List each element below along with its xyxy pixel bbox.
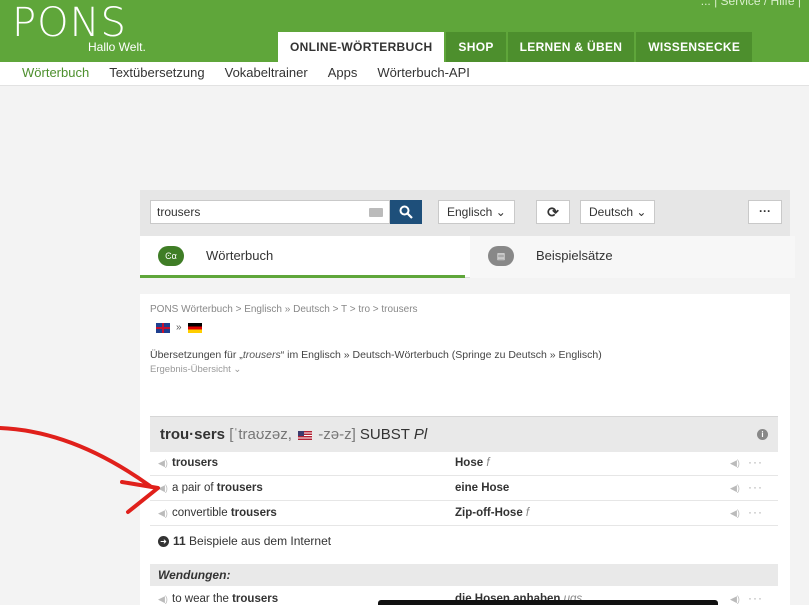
speaker-icon[interactable]: ◀)	[730, 458, 740, 469]
nav-wissensecke[interactable]: WISSENSECKE	[636, 32, 753, 62]
logo-text: PONS	[12, 0, 127, 46]
nav-lernen-ueben[interactable]: LERNEN & ÜBEN	[507, 32, 635, 62]
more-icon[interactable]: ···	[748, 455, 763, 469]
intro-suffix[interactable]: “ im Englisch » Deutsch-Wörterbuch (Spri…	[281, 349, 602, 361]
sub-nav: Wörterbuch Textübersetzung Vokabeltraine…	[0, 62, 809, 86]
arrow-right-icon: ➜	[158, 536, 169, 548]
overlay-bar	[378, 600, 718, 605]
source-phrase: to wear the trousers	[172, 593, 279, 605]
speaker-icon[interactable]: ◀)	[730, 508, 740, 519]
more-icon[interactable]: ···	[748, 591, 763, 605]
speaker-icon[interactable]: ◀)	[730, 483, 740, 494]
target-phrase: Hose f	[455, 457, 490, 469]
nav-online-woerterbuch[interactable]: ONLINE-WÖRTERBUCH	[278, 32, 445, 62]
subnav-woerterbuch-api[interactable]: Wörterbuch-API	[377, 62, 469, 85]
nav-shop[interactable]: SHOP	[446, 32, 506, 62]
source-phrase: convertible trousers	[172, 507, 277, 519]
source-phrase: a pair of trousers	[172, 482, 263, 494]
translation-row: ◀) trousers Hose f ◀) ···	[150, 452, 778, 476]
search-input[interactable]: trousers	[150, 200, 390, 224]
search-button[interactable]	[390, 200, 422, 224]
breadcrumb[interactable]: PONS Wörterbuch > Englisch » Deutsch > T…	[150, 304, 418, 315]
header: PONS Hallo Welt. ... | Service / Hilfe |…	[0, 0, 809, 62]
keyboard-icon[interactable]	[369, 208, 383, 217]
annotation-arrow-icon	[0, 426, 160, 514]
top-links[interactable]: ... | Service / Hilfe |	[701, 0, 801, 8]
us-flag-icon	[298, 430, 313, 440]
logo-tagline: Hallo Welt.	[88, 40, 146, 54]
translation-intro: Übersetzungen für „trousers“ im Englisch…	[150, 349, 602, 361]
more-options-button[interactable]: ···	[748, 200, 782, 224]
translation-row: ◀) a pair of trousers eine Hose ◀) ···	[150, 477, 778, 501]
translation-row: ◀) convertible trousers Zip-off-Hose f ◀…	[150, 502, 778, 526]
german-flag-icon	[187, 322, 202, 333]
examples-icon: ▤	[488, 246, 514, 266]
subnav-textuebersetzung[interactable]: Textübersetzung	[109, 62, 204, 85]
subnav-woerterbuch[interactable]: Wörterbuch	[22, 62, 89, 85]
intro-word: trousers	[242, 349, 281, 361]
target-phrase: eine Hose	[455, 482, 510, 494]
subnav-apps[interactable]: Apps	[328, 62, 358, 85]
tab-beispielsaetze-label: Beispielsätze	[536, 248, 613, 263]
swap-languages-button[interactable]: ⟳	[536, 200, 570, 224]
more-icon[interactable]: ···	[748, 505, 763, 519]
part-of-speech: SUBST	[359, 426, 410, 443]
speaker-icon[interactable]: ◀)	[730, 594, 740, 605]
search-bar: trousers Englisch ⌄ ⟳ Deutsch ⌄ ···	[140, 190, 790, 236]
result-overview-toggle[interactable]: Ergebnis-Übersicht ⌄	[150, 364, 241, 375]
internet-examples-link[interactable]: ➜ 11 Beispiele aus dem Internet	[158, 534, 331, 548]
idioms-header: Wendungen:	[150, 564, 778, 586]
dictionary-icon: Ͼα	[158, 246, 184, 266]
speaker-icon[interactable]: ◀)	[158, 594, 168, 605]
source-language-select[interactable]: Englisch ⌄	[438, 200, 515, 224]
examples-label: Beispiele aus dem Internet	[185, 534, 332, 548]
phonetic-us: -zə-z]	[318, 426, 356, 443]
phonetic-uk: [ˈtraʊzəz,	[229, 426, 292, 443]
tab-woerterbuch-label: Wörterbuch	[206, 248, 274, 263]
tab-woerterbuch[interactable]: Ͼα Wörterbuch	[140, 236, 465, 278]
entry-header: trou·sers [ˈtraʊzəz, -zə-z] SUBST Pl i	[150, 416, 778, 452]
language-flags: »	[156, 322, 202, 333]
flag-separator: »	[176, 322, 182, 333]
search-icon	[399, 205, 413, 219]
intro-prefix: Übersetzungen für „	[150, 349, 243, 361]
more-icon[interactable]: ···	[748, 480, 763, 494]
grammatical-number: Pl	[413, 426, 428, 443]
target-phrase: Zip-off-Hose f	[455, 507, 530, 519]
refresh-icon: ⟳	[547, 204, 559, 220]
tab-beispielsaetze[interactable]: ▤ Beispielsätze	[470, 236, 795, 278]
mode-tabs: Ͼα Wörterbuch ▤ Beispielsätze	[140, 236, 795, 278]
headword-line: trou·sers [ˈtraʊzəz, -zə-z] SUBST Pl	[160, 426, 427, 443]
uk-flag-icon	[156, 322, 170, 333]
result-panel: PONS Wörterbuch > Englisch » Deutsch > T…	[140, 294, 790, 605]
subnav-vokabeltrainer[interactable]: Vokabeltrainer	[225, 62, 308, 85]
main-nav: ONLINE-WÖRTERBUCH SHOP LERNEN & ÜBEN WIS…	[278, 32, 754, 62]
info-icon[interactable]: i	[757, 429, 768, 440]
search-input-value: trousers	[157, 205, 201, 219]
examples-count: 11	[173, 534, 186, 548]
pons-logo[interactable]: PONS Hallo Welt.	[12, 0, 146, 54]
target-language-select[interactable]: Deutsch ⌄	[580, 200, 656, 224]
